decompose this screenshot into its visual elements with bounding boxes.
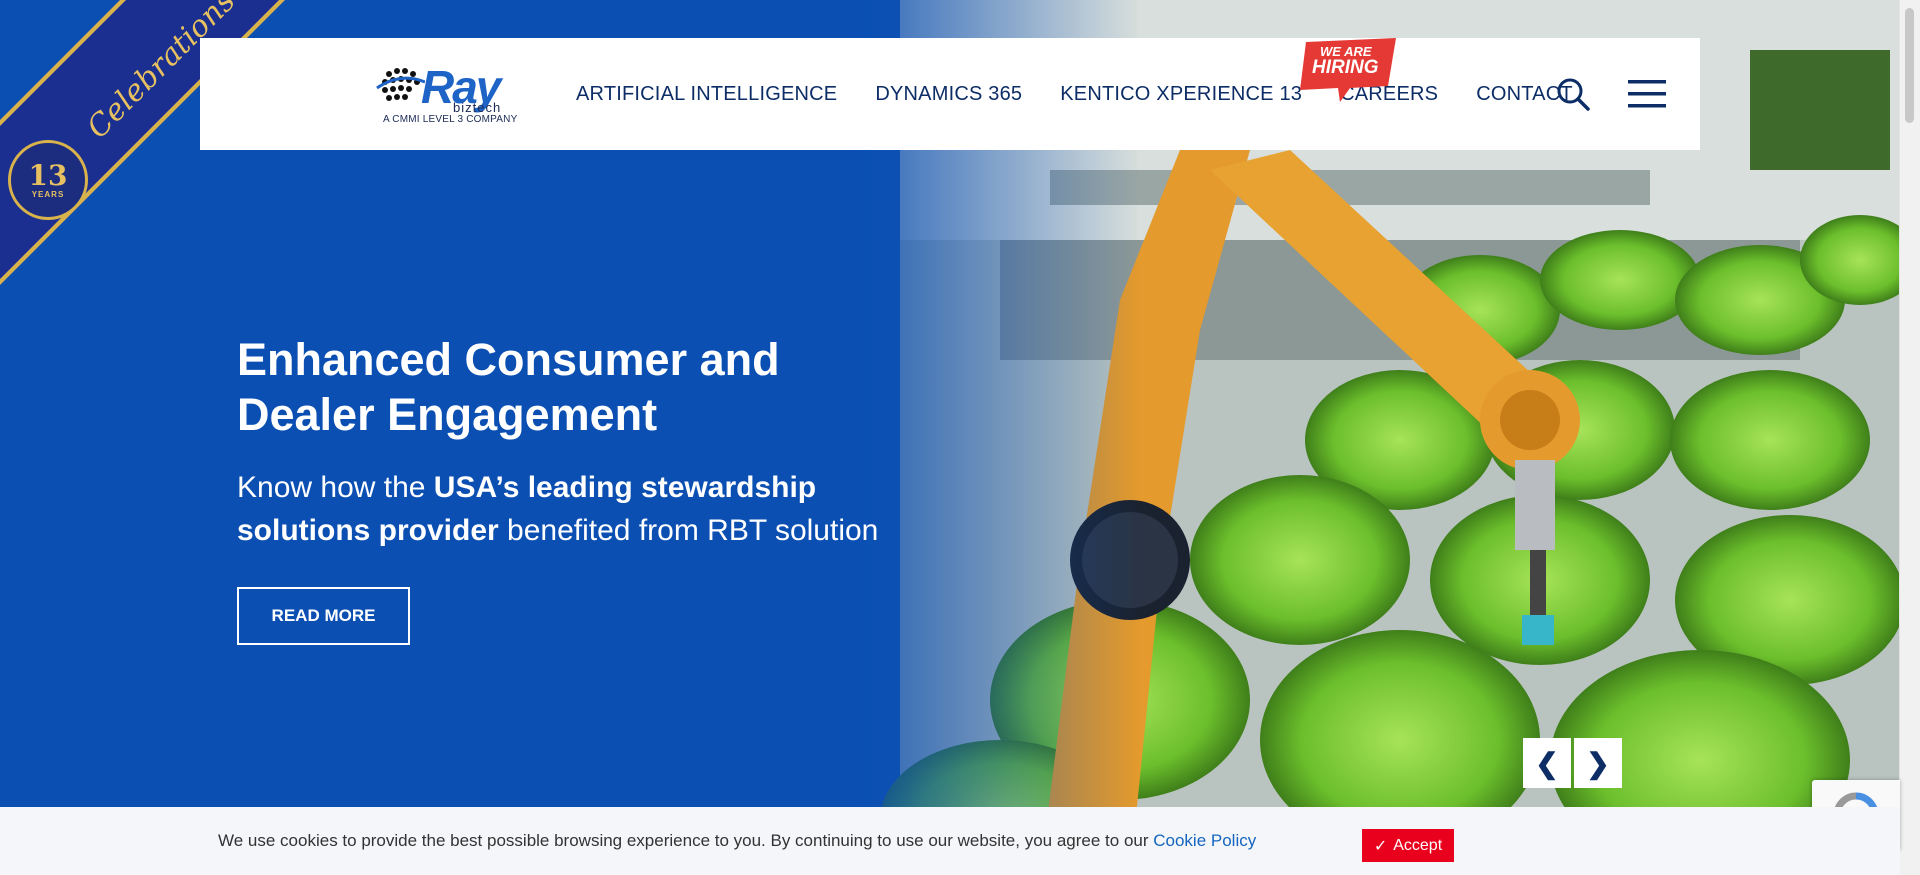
cookie-consent-bar: We use cookies to provide the best possi… bbox=[0, 807, 1900, 875]
accept-cookies-button[interactable]: ✓ Accept bbox=[1362, 829, 1454, 862]
cookie-text: We use cookies to provide the best possi… bbox=[218, 831, 1154, 850]
badge-number: 13 bbox=[28, 158, 68, 192]
main-nav: ARTIFICIAL INTELLIGENCE DYNAMICS 365 KEN… bbox=[576, 38, 1573, 150]
hero-subtitle-pre: Know how the bbox=[237, 471, 434, 504]
cookie-message: We use cookies to provide the best possi… bbox=[218, 831, 1256, 851]
vertical-scrollbar[interactable] bbox=[1899, 0, 1920, 875]
nav-dynamics-365[interactable]: DYNAMICS 365 bbox=[875, 83, 1022, 106]
search-icon[interactable] bbox=[1555, 76, 1591, 112]
check-icon: ✓ bbox=[1373, 837, 1388, 855]
hiring-line2: HIRING bbox=[1312, 57, 1379, 78]
read-more-button[interactable]: READ MORE bbox=[237, 587, 410, 645]
logo-subtext: biztech bbox=[453, 100, 502, 115]
slider-prev-button[interactable]: ❮ bbox=[1523, 738, 1571, 788]
site-header: Ray biztech A CMMI LEVEL 3 COMPANY ARTIF… bbox=[200, 38, 1700, 150]
hero-subtitle-post: benefited from RBT solution bbox=[498, 514, 879, 547]
badge-years: YEARS bbox=[31, 189, 65, 199]
chevron-left-icon: ❮ bbox=[1535, 747, 1559, 779]
chevron-right-icon: ❯ bbox=[1586, 747, 1610, 779]
cookie-policy-link[interactable]: Cookie Policy bbox=[1153, 831, 1256, 850]
we-are-hiring-badge[interactable]: WE ARE HIRING bbox=[1300, 38, 1398, 110]
nav-kentico-xperience-13[interactable]: KENTICO XPERIENCE 13 bbox=[1060, 83, 1302, 106]
logo-tagline: A CMMI LEVEL 3 COMPANY bbox=[383, 114, 518, 125]
slider-next-button[interactable]: ❯ bbox=[1574, 738, 1622, 788]
accept-label: Accept bbox=[1393, 836, 1443, 854]
nav-artificial-intelligence[interactable]: ARTIFICIAL INTELLIGENCE bbox=[576, 83, 837, 106]
logo-globe-icon bbox=[376, 68, 425, 101]
hero-title: Enhanced Consumer and Dealer Engagement bbox=[237, 334, 780, 440]
anniversary-badge: 13 YEARS bbox=[8, 140, 88, 220]
scrollbar-thumb[interactable] bbox=[1905, 8, 1914, 123]
hero-subtitle: Know how the USA’s leading stewardship s… bbox=[237, 466, 957, 552]
hamburger-menu-icon[interactable] bbox=[1628, 80, 1666, 108]
logo[interactable]: Ray biztech A CMMI LEVEL 3 COMPANY bbox=[375, 60, 525, 130]
